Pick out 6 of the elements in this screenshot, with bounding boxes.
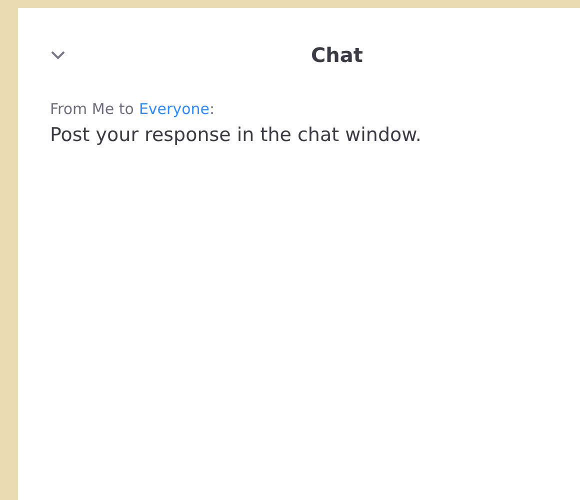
sender-label: From Me to (50, 100, 134, 118)
message-text: Post your response in the chat window. (50, 124, 422, 146)
chevron-down-icon[interactable] (50, 50, 66, 60)
separator-text: : (209, 100, 215, 118)
recipient-link[interactable]: Everyone (138, 100, 210, 118)
panel-title: Chat (310, 43, 364, 67)
